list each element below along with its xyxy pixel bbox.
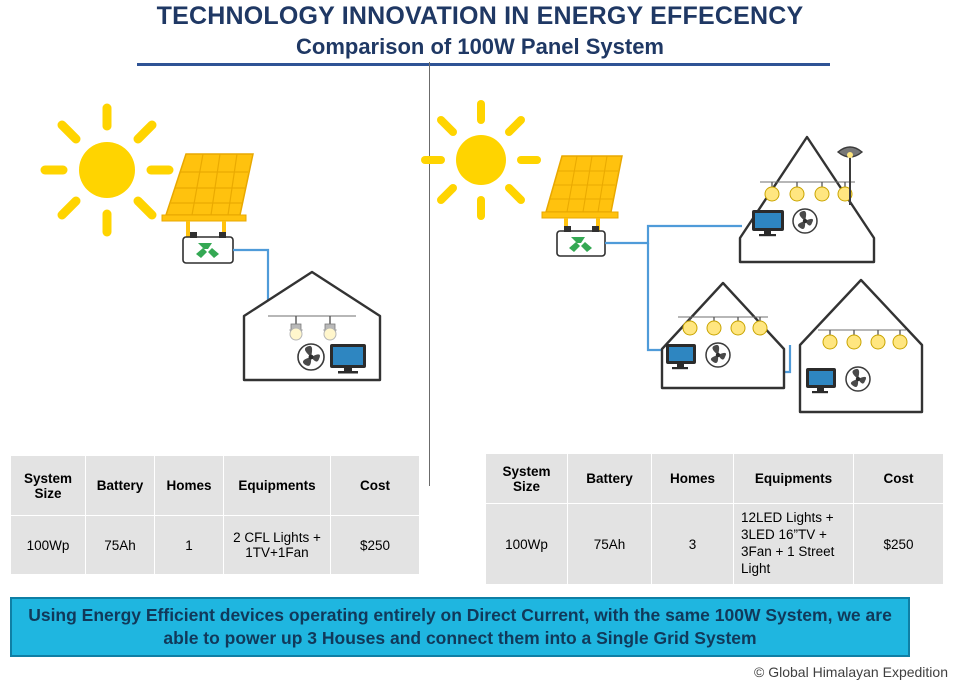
led-bulb-icon: [706, 317, 722, 336]
led-bulb-icon: [822, 330, 838, 350]
th-homes: Homes: [651, 453, 734, 504]
center-divider: [429, 62, 430, 486]
summary-banner: Using Energy Efficient devices operating…: [10, 597, 910, 657]
table-row: 100Wp 75Ah 1 2 CFL Lights + 1TV+1Fan $25…: [10, 515, 420, 575]
cell-homes: 1: [154, 515, 224, 575]
fan-icon: [845, 366, 871, 392]
th-cost: Cost: [853, 453, 944, 504]
house-icon: [798, 278, 924, 414]
solar-panel-icon: [161, 153, 254, 238]
led-bulb-icon: [764, 182, 780, 202]
cell-system-size: 100Wp: [485, 503, 568, 585]
page-title: TECHNOLOGY INNOVATION IN ENERGY EFFECENC…: [0, 0, 960, 60]
cell-battery: 75Ah: [567, 503, 652, 585]
summary-banner-text: Using Energy Efficient devices operating…: [28, 604, 892, 648]
cell-system-size: 100Wp: [10, 515, 86, 575]
led-bulb-icon: [789, 182, 805, 202]
led-bulb-icon: [682, 317, 698, 336]
cell-equipments: 2 CFL Lights + 1TV+1Fan: [223, 515, 331, 575]
th-battery: Battery: [85, 455, 155, 516]
cell-battery: 75Ah: [85, 515, 155, 575]
led-bulb-icon: [814, 182, 830, 202]
fan-icon: [792, 208, 818, 234]
led-bulb-icon: [846, 330, 862, 350]
title-line-2: Comparison of 100W Panel System: [296, 34, 664, 59]
battery-icon: [182, 232, 234, 264]
cfl-bulb-icon: [289, 316, 303, 341]
th-equipments: Equipments: [733, 453, 854, 504]
cell-cost: $250: [330, 515, 420, 575]
th-battery: Battery: [567, 453, 652, 504]
table-header-row: System Size Battery Homes Equipments Cos…: [10, 455, 420, 516]
table-header-row: System Size Battery Homes Equipments Cos…: [485, 453, 944, 504]
th-homes: Homes: [154, 455, 224, 516]
cell-equipments: 12LED Lights + 3LED 16”TV + 3Fan + 1 Str…: [733, 503, 854, 585]
table-row: 100Wp 75Ah 3 12LED Lights + 3LED 16”TV +…: [485, 503, 944, 585]
tv-icon: [806, 368, 836, 394]
battery-icon: [556, 226, 606, 257]
fan-icon: [705, 342, 731, 368]
sun-icon: [421, 100, 541, 220]
diagram-canvas: [40, 100, 924, 414]
comparison-table-right: System Size Battery Homes Equipments Cos…: [485, 453, 944, 585]
th-cost: Cost: [330, 455, 420, 516]
cell-homes: 3: [651, 503, 734, 585]
house-icon: [242, 270, 382, 382]
title-underline: [137, 63, 830, 66]
house-icon: [738, 135, 876, 264]
wire-line: [233, 248, 292, 309]
tv-icon: [666, 344, 696, 370]
solar-panel-icon: [541, 155, 623, 232]
fan-icon: [297, 343, 325, 371]
th-equipments: Equipments: [223, 455, 331, 516]
wire-line: [605, 224, 792, 374]
cfl-bulb-icon: [323, 316, 337, 341]
led-bulb-icon: [837, 182, 853, 202]
street-light-icon: [836, 146, 864, 205]
tv-icon: [752, 210, 784, 237]
tv-icon: [330, 344, 366, 374]
title-line-1: TECHNOLOGY INNOVATION IN ENERGY EFFECENC…: [156, 2, 804, 30]
th-system-size: System Size: [485, 453, 568, 504]
led-bulb-icon: [730, 317, 746, 336]
copyright-credit: © Global Himalayan Expedition: [754, 664, 948, 680]
th-system-size: System Size: [10, 455, 86, 516]
house-icon: [660, 281, 786, 390]
sun-icon: [40, 103, 174, 237]
led-bulb-icon: [752, 317, 768, 336]
led-bulb-icon: [892, 330, 908, 350]
comparison-table-left: System Size Battery Homes Equipments Cos…: [10, 455, 420, 575]
led-bulb-icon: [870, 330, 886, 350]
cell-cost: $250: [853, 503, 944, 585]
